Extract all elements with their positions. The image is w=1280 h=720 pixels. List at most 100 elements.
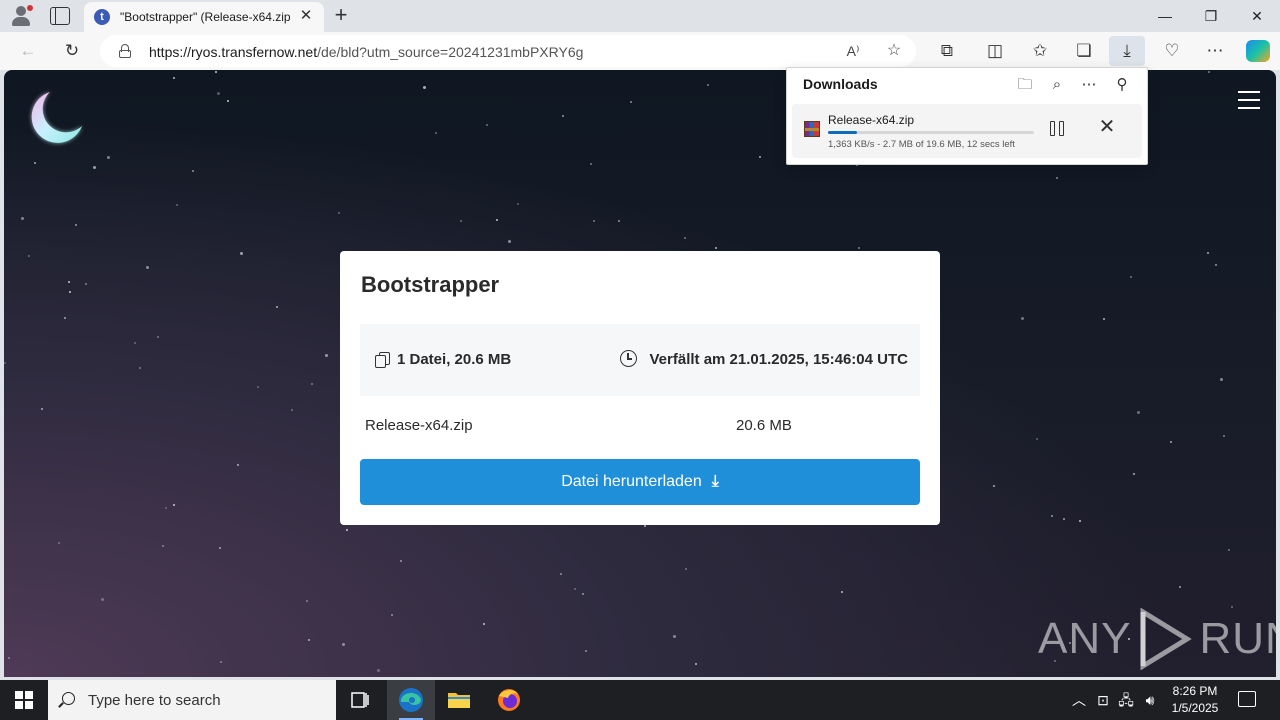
star (107, 156, 110, 159)
pin-icon[interactable]: ⚲ (1111, 74, 1133, 96)
star (101, 598, 104, 601)
browser-tab[interactable]: t "Bootstrapper" (Release-x64.zip) ✕ (84, 2, 324, 32)
windows-start-icon[interactable] (15, 691, 33, 709)
restore-button[interactable]: ❐ (1188, 0, 1234, 32)
star (306, 600, 308, 602)
star (618, 220, 620, 222)
star (759, 156, 761, 158)
star (41, 408, 43, 410)
task-view-icon[interactable] (336, 680, 384, 720)
star (237, 464, 239, 466)
copilot-icon[interactable] (1246, 40, 1270, 62)
star (1021, 317, 1024, 320)
refresh-icon[interactable]: ↻ (60, 39, 84, 63)
hamburger-menu-icon[interactable] (1238, 91, 1260, 109)
address-bar[interactable]: https://ryos.transfernow.net/de/bld?utm_… (100, 35, 916, 67)
star (423, 86, 426, 89)
star (1079, 520, 1081, 522)
tab-favicon-icon: t (94, 9, 110, 25)
star (585, 650, 587, 652)
download-file-button[interactable]: Datei herunterladen ⤓ (360, 459, 920, 505)
settings-more-icon[interactable]: ⋯ (1203, 39, 1227, 63)
files-summary: 1 Datei, 20.6 MB (397, 351, 512, 368)
search-downloads-icon[interactable]: ⌕ (1046, 74, 1068, 96)
taskbar-search-placeholder: Type here to search (88, 692, 221, 709)
notification-center-icon[interactable] (1238, 691, 1256, 707)
tab-close-icon[interactable]: ✕ (298, 8, 314, 24)
star (508, 240, 511, 243)
star (400, 560, 402, 562)
downloads-icon[interactable]: ⤓ (1109, 36, 1145, 66)
more-options-icon[interactable]: ⋯ (1078, 74, 1100, 96)
star (219, 547, 221, 549)
collections-icon[interactable]: ❏ (1072, 39, 1096, 63)
star (4, 362, 6, 364)
taskbar-clock[interactable]: 8:26 PM 1/5/2025 (1162, 683, 1228, 717)
back-arrow-icon[interactable]: ← (16, 39, 40, 63)
file-name: Release-x64.zip (365, 417, 473, 434)
star (562, 115, 564, 117)
new-tab-button[interactable]: + (330, 4, 352, 26)
volume-icon[interactable]: 🔊︎ (1141, 691, 1159, 709)
search-icon (62, 692, 75, 705)
star (1170, 441, 1172, 443)
close-window-button[interactable]: ✕ (1234, 0, 1280, 32)
tab-actions-icon[interactable] (50, 7, 70, 25)
star (590, 163, 592, 165)
star (1036, 438, 1038, 440)
lock-icon[interactable] (119, 44, 131, 58)
read-aloud-icon[interactable]: A⁾ (841, 39, 865, 63)
star (1179, 586, 1181, 588)
star (582, 593, 584, 595)
favorites-icon[interactable]: ✩ (1028, 39, 1052, 63)
tray-overflow-chevron-icon[interactable]: ︿ (1070, 691, 1088, 709)
star (486, 124, 488, 126)
star (483, 623, 485, 625)
url-text[interactable]: https://ryos.transfernow.net/de/bld?utm_… (149, 44, 583, 60)
browser-essentials-icon[interactable]: ♡ (1160, 39, 1184, 63)
defender-tray-icon[interactable]: ⊡ (1094, 691, 1112, 709)
transfer-info-box: 1 Datei, 20.6 MB Verfällt am 21.01.2025,… (360, 324, 920, 396)
firefox-icon[interactable] (485, 680, 533, 720)
star (342, 643, 345, 646)
star (593, 220, 595, 222)
taskbar: Type here to search ︿ ⊡ 🖧 🔊︎ 8:26 PM 1/5… (0, 680, 1280, 720)
star (176, 204, 178, 206)
taskbar-search-box[interactable]: Type here to search (48, 680, 336, 720)
download-filename: Release-x64.zip (828, 113, 915, 127)
star (644, 525, 646, 527)
cancel-download-icon[interactable]: ✕ (1097, 117, 1117, 137)
star (435, 132, 437, 134)
star (993, 485, 995, 487)
split-screen-icon[interactable]: ◫ (983, 39, 1007, 63)
minimize-button[interactable]: — (1142, 0, 1188, 32)
pause-icon[interactable] (1050, 120, 1068, 138)
downloads-panel-title: Downloads (803, 76, 878, 92)
star (308, 639, 310, 641)
extensions-icon[interactable]: ⧉ (935, 39, 959, 63)
download-progress-bar (828, 131, 1034, 134)
star (173, 77, 175, 79)
network-icon[interactable]: 🖧 (1117, 691, 1135, 709)
star (139, 367, 141, 369)
star (673, 635, 676, 638)
star (68, 281, 70, 283)
edge-taskbar-icon[interactable] (387, 680, 435, 720)
star (1228, 549, 1230, 551)
star (257, 386, 259, 388)
file-explorer-icon[interactable] (435, 680, 483, 720)
open-folder-icon[interactable]: 🗀 (1014, 74, 1036, 96)
star (338, 212, 340, 214)
star (707, 84, 709, 86)
moon-logo-icon[interactable] (24, 88, 84, 150)
star (630, 101, 632, 103)
profile-icon[interactable] (10, 5, 34, 27)
title-bar: t "Bootstrapper" (Release-x64.zip) ✕ + —… (0, 0, 1280, 32)
star (391, 614, 393, 616)
star (85, 283, 87, 285)
favorite-star-icon[interactable]: ☆ (882, 39, 906, 63)
star (496, 219, 498, 221)
download-item[interactable]: Release-x64.zip 1,363 KB/s - 2.7 MB of 1… (792, 104, 1142, 158)
star (291, 409, 293, 411)
star (1103, 318, 1105, 320)
